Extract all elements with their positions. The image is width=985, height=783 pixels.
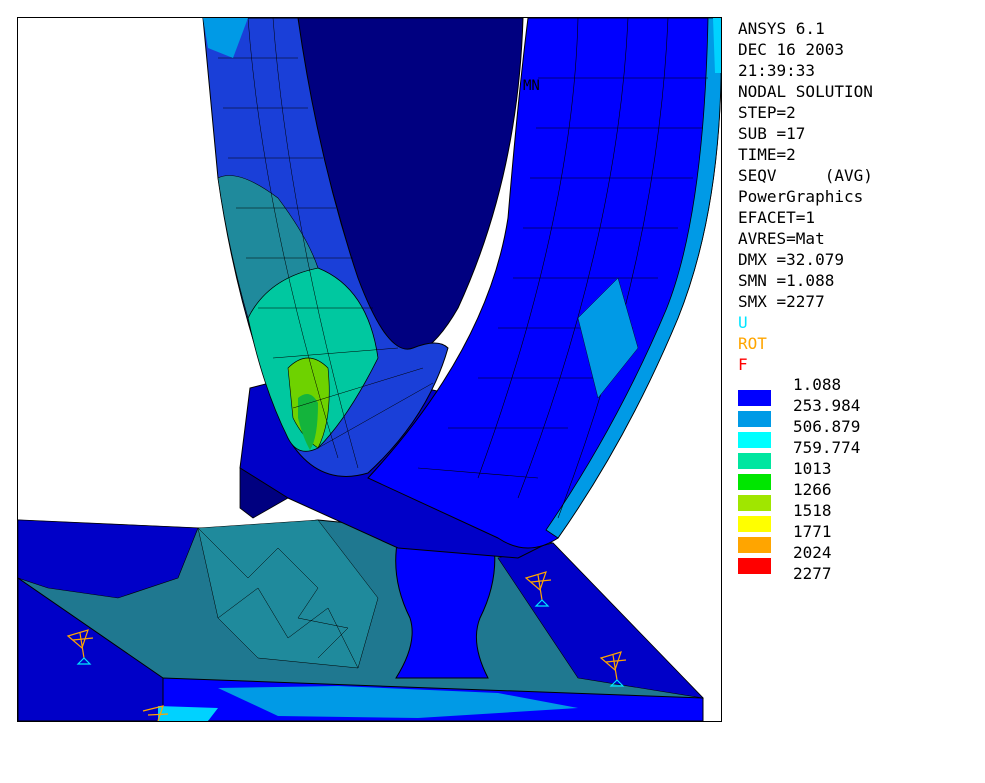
contour-legend: 1.088 253.984 506.879 759.774 1013 1266 … (738, 374, 978, 584)
legend-row: 506.879 (738, 416, 978, 448)
legend-value: 759.774 (793, 438, 861, 457)
avres-line: AVRES=Mat (738, 229, 825, 248)
time-value-line: TIME=2 (738, 145, 796, 164)
legend-value: 2024 (793, 543, 832, 562)
substep-line: SUB =17 (738, 124, 806, 143)
legend-value: 1771 (793, 522, 832, 541)
rot-symbol-key: ROT (738, 334, 767, 353)
smx-line: SMX =2277 (738, 292, 825, 311)
legend-value: 1266 (793, 480, 832, 499)
graphics-viewport[interactable]: MN (17, 17, 722, 722)
u-symbol-key: U (738, 313, 748, 332)
result-quantity: SEQV (AVG) (738, 166, 873, 185)
legend-value: 506.879 (793, 417, 861, 436)
legend-row: 1518 (738, 500, 978, 532)
legend-row: 1266 (738, 479, 978, 511)
graphics-mode: PowerGraphics (738, 187, 864, 206)
f-symbol-key: F (738, 355, 748, 374)
legend-value: 1013 (793, 459, 832, 478)
legend-row: 759.774 (738, 437, 978, 469)
legend-value: 2277 (793, 564, 832, 583)
rail-web (395, 537, 496, 679)
smn-line: SMN =1.088 (738, 271, 835, 290)
legend-row: 1.088 (738, 374, 978, 406)
date-line: DEC 16 2003 (738, 40, 844, 59)
legend-value: 253.984 (793, 396, 861, 415)
step-line: STEP=2 (738, 103, 796, 122)
efacet-line: EFACET=1 (738, 208, 816, 227)
software-title: ANSYS 6.1 (738, 19, 825, 38)
legend-row: 1771 (738, 521, 978, 553)
info-panel: ANSYS 6.1 DEC 16 2003 21:39:33 NODAL SOL… (738, 18, 978, 375)
fea-model: MN (18, 18, 721, 721)
plot-min-label: MN (523, 78, 540, 94)
legend-value: 1518 (793, 501, 832, 520)
time-line: 21:39:33 (738, 61, 816, 80)
solution-type: NODAL SOLUTION (738, 82, 873, 101)
legend-row: 253.984 (738, 395, 978, 427)
legend-row: 1013 (738, 458, 978, 490)
dmx-line: DMX =32.079 (738, 250, 844, 269)
legend-value: 1.088 (793, 375, 842, 394)
legend-row: 2024 (738, 542, 978, 574)
legend-row: 2277 (738, 563, 978, 584)
